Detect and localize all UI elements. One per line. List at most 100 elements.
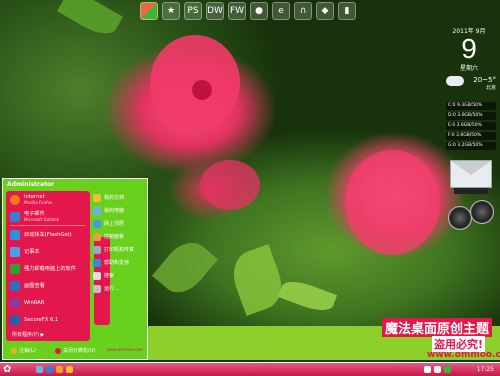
logoff-label: 注销(L)	[19, 348, 36, 354]
taskbar: ✿ 17:25	[0, 362, 500, 376]
fireworks-icon[interactable]: FW	[228, 2, 246, 20]
drive-meter: E:0 3.6GB/50%	[446, 122, 496, 130]
windows-logo-icon[interactable]	[140, 2, 158, 20]
cloud-icon	[446, 76, 464, 86]
all-programs-label: 所有程序(P)	[12, 332, 39, 338]
drive-meter: F:0 3.6GB/50%	[446, 132, 496, 140]
drive-meter: C:0 9.3GB/50%	[446, 102, 496, 110]
shutdown-label: 关闭计算机(U)	[63, 348, 96, 354]
menu-item-subtitle: Microsoft Outlook	[24, 217, 60, 222]
menu-place-control-panel[interactable]: 控制面板	[93, 230, 143, 243]
start-menu-programs: Internet Mozilla Firefox 电子邮件 Microsoft …	[6, 191, 90, 341]
volume-tray-icon[interactable]	[434, 366, 441, 373]
headphone-icon[interactable]: ∩	[294, 2, 312, 20]
logoff-button[interactable]: 注销(L)	[11, 347, 36, 354]
explorer-quicklaunch-icon[interactable]	[66, 366, 73, 373]
paint-icon	[10, 280, 20, 291]
start-menu-footer: 注销(L) 关闭计算机(U) www.ommoo.com	[3, 343, 147, 359]
mail-icon[interactable]	[450, 160, 492, 188]
mail-icon	[10, 211, 20, 222]
antivirus-tray-icon[interactable]	[444, 366, 451, 373]
document-icon[interactable]: ▮	[338, 2, 356, 20]
menu-place-run[interactable]: 运行...	[93, 282, 143, 295]
hibiscus-bud	[200, 160, 260, 210]
menu-item-title: WinRAR	[24, 299, 45, 306]
media-quicklaunch-icon[interactable]	[56, 366, 63, 373]
drive-meter: D:0 3.0GB/50%	[446, 112, 496, 120]
printer-icon	[93, 245, 101, 254]
menu-place-label: 控制面板	[104, 234, 125, 240]
system-tray: 17:25	[420, 365, 498, 374]
menu-item-winrar[interactable]: WinRAR	[6, 294, 90, 311]
menu-place-printers[interactable]: 打印机和传真	[93, 243, 143, 256]
menu-item-internet[interactable]: Internet Mozilla Firefox	[6, 191, 90, 208]
network-icon	[93, 219, 101, 228]
menu-item-title: 强力卸载电脑上的软件	[24, 265, 76, 272]
search-icon	[93, 271, 101, 280]
drive-meter-gadget: C:0 9.3GB/50% D:0 3.0GB/50% E:0 3.6GB/50…	[446, 102, 496, 152]
chat-icon[interactable]: ●	[250, 2, 268, 20]
menu-place-help[interactable]: 帮助和支持	[93, 256, 143, 269]
menu-place-network[interactable]: 网上邻居	[93, 217, 143, 230]
wallpaper-leaf	[152, 233, 218, 302]
menu-item-title: 记事本	[24, 248, 40, 255]
securefx-icon	[10, 314, 20, 325]
menu-item-paint[interactable]: 画图查看	[6, 277, 90, 294]
firefox-icon	[10, 194, 20, 205]
calendar-weekday: 星期六	[459, 65, 478, 72]
network-tray-icon[interactable]	[424, 366, 431, 373]
power-icon	[55, 347, 61, 354]
wallpaper-leaf	[277, 276, 338, 316]
menu-place-computer[interactable]: 我的电脑	[93, 204, 143, 217]
help-icon	[93, 258, 101, 267]
menu-item-flashget[interactable]: 启动快车(FlashGet)	[6, 226, 90, 243]
star-icon[interactable]: ★	[162, 2, 180, 20]
menu-item-title: SecureFX 6.1	[24, 316, 59, 323]
menu-place-label: 搜索	[104, 273, 115, 279]
menu-place-label: 运行...	[104, 286, 119, 292]
menu-item-email[interactable]: 电子邮件 Microsoft Outlook	[6, 208, 90, 225]
top-dock: ★ PS DW FW ● e ∩ ◆ ▮	[140, 2, 356, 22]
computer-icon	[93, 206, 101, 215]
start-menu-user: Administrator	[7, 181, 54, 188]
run-icon	[93, 284, 101, 293]
wallpaper-leaf	[226, 244, 289, 316]
wallpaper-leaf	[57, 0, 123, 42]
ie-quicklaunch-icon[interactable]	[46, 366, 53, 373]
menu-place-documents[interactable]: 我的文档	[93, 191, 143, 204]
menu-item-subtitle: Mozilla Firefox	[24, 200, 53, 205]
menu-place-label: 打印机和传真	[104, 247, 135, 253]
theme-url: www.ommoo.com	[427, 350, 500, 360]
dreamweaver-icon[interactable]: DW	[206, 2, 224, 20]
start-menu: Administrator Internet Mozilla Firefox 电…	[2, 178, 148, 360]
clock[interactable]: 17:25	[477, 365, 494, 374]
weather-gadget[interactable]: 20~5° 北京	[446, 76, 496, 91]
cpu-gauge-icon	[448, 206, 472, 230]
ie-icon[interactable]: e	[272, 2, 290, 20]
winrar-icon	[10, 297, 20, 308]
start-button[interactable]: ✿	[3, 364, 11, 375]
menu-item-notepad[interactable]: 记事本	[6, 243, 90, 260]
drive-meter: G:0 3.2GB/50%	[446, 142, 496, 150]
menu-place-label: 帮助和支持	[104, 260, 130, 266]
menu-place-label: 网上邻居	[104, 221, 125, 227]
media-icon[interactable]: ◆	[316, 2, 334, 20]
menu-item-uninstall[interactable]: 强力卸载电脑上的软件	[6, 260, 90, 277]
shutdown-button[interactable]: 关闭计算机(U)	[55, 347, 96, 354]
menu-item-title: 启动快车(FlashGet)	[24, 231, 72, 238]
memory-gauge-icon	[470, 200, 494, 224]
calendar-day: 9	[461, 33, 477, 64]
menu-item-securefx[interactable]: SecureFX 6.1	[6, 311, 90, 328]
show-desktop-icon[interactable]	[36, 366, 43, 373]
all-programs-button[interactable]: 所有程序(P) ▶	[12, 331, 44, 338]
arrow-right-icon: ▶	[40, 332, 45, 338]
menu-watermark: www.ommoo.com	[107, 347, 143, 352]
hibiscus-flower-center	[192, 80, 212, 100]
mail-label	[454, 188, 488, 194]
photoshop-icon[interactable]: PS	[184, 2, 202, 20]
calendar-gadget[interactable]: 2011年 9月 9 星期六	[444, 26, 494, 72]
control-panel-icon	[93, 232, 101, 241]
menu-place-label: 我的电脑	[104, 208, 125, 214]
hibiscus-flower	[345, 150, 440, 255]
menu-place-search[interactable]: 搜索	[93, 269, 143, 282]
